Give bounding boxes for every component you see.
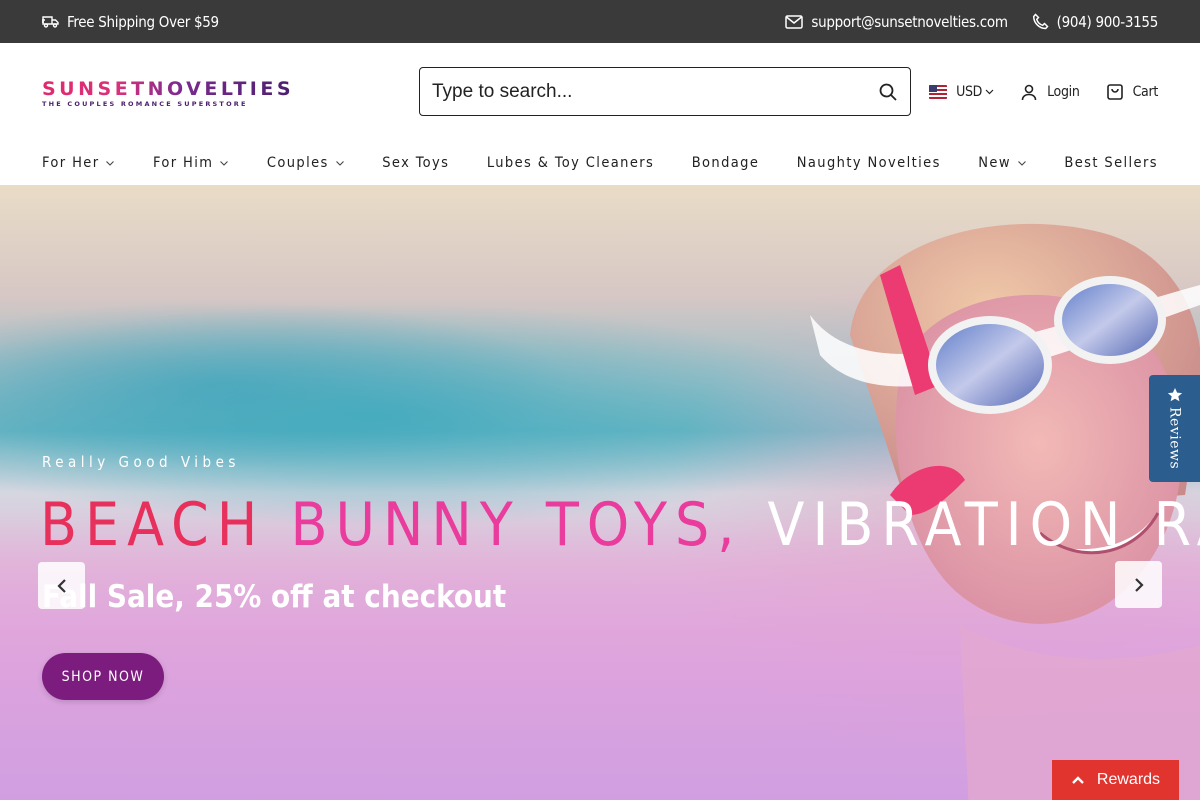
nav-item-lubes-toy-cleaners[interactable]: Lubes & Toy Cleaners <box>487 155 654 171</box>
nav-item-label: For Her <box>42 155 100 171</box>
chevron-up-icon <box>1071 775 1085 785</box>
nav-item-for-her[interactable]: For Her <box>42 155 115 171</box>
truck-icon <box>42 15 59 28</box>
nav-item-label: New <box>978 155 1011 171</box>
reviews-label: Reviews <box>1166 407 1183 470</box>
nav-item-label: Lubes & Toy Cleaners <box>486 155 655 171</box>
hero-subheading: Fall Sale, 25% off at checkout <box>42 579 507 615</box>
chevron-down-icon <box>335 158 345 168</box>
contact-info: support@sunsetnovelties.com (904) 900-31… <box>785 0 1158 43</box>
nav-item-label: Sex Toys <box>382 155 450 171</box>
nav-item-best-sellers[interactable]: Best Sellers <box>1064 155 1158 171</box>
rewards-label: Rewards <box>1096 771 1161 788</box>
hero-headline-part2: BUNNY TOYS, <box>290 490 768 560</box>
site-header: SUNSETNOVELTIES THE COUPLES ROMANCE SUPE… <box>0 43 1200 185</box>
main-navigation: For Her For Him Couples Sex Toys Lubes &… <box>42 152 1158 174</box>
chevron-left-icon <box>55 578 69 594</box>
search-input[interactable] <box>432 68 852 115</box>
email-text: support@sunsetnovelties.com <box>811 12 1008 31</box>
header-actions: USD Login Cart <box>929 67 1158 116</box>
nav-item-for-him[interactable]: For Him <box>153 155 229 171</box>
nav-item-label: Couples <box>266 155 329 171</box>
nav-item-label: Best Sellers <box>1064 155 1158 171</box>
chevron-down-icon <box>219 158 229 168</box>
nav-item-sex-toys[interactable]: Sex Toys <box>382 155 449 171</box>
cart-link[interactable]: Cart <box>1106 83 1158 101</box>
user-icon <box>1020 83 1038 101</box>
reviews-tab[interactable]: Reviews <box>1149 375 1200 482</box>
site-logo[interactable]: SUNSETNOVELTIES THE COUPLES ROMANCE SUPE… <box>42 78 295 108</box>
login-label: Login <box>1047 83 1080 100</box>
search-bar <box>419 67 911 116</box>
phone-icon <box>1032 13 1049 30</box>
hero-headline-part3: VIBRATION RABBITS <box>767 490 1200 560</box>
shopping-bag-icon <box>1106 83 1124 101</box>
hero-headline: BEACH BUNNY TOYS, VIBRATION RABBITS <box>40 488 1200 562</box>
rewards-launcher[interactable]: Rewards <box>1052 760 1179 800</box>
free-shipping-text: Free Shipping Over $59 <box>67 12 219 31</box>
slider-prev-button[interactable] <box>38 562 85 609</box>
phone-text: (904) 900-3155 <box>1056 12 1159 31</box>
currency-selector[interactable]: USD <box>929 84 994 100</box>
nav-item-naughty-novelties[interactable]: Naughty Novelties <box>797 155 941 171</box>
nav-item-label: Bondage <box>691 155 760 171</box>
chevron-down-icon <box>1017 158 1027 168</box>
hero-slider: Really Good Vibes BEACH BUNNY TOYS, VIBR… <box>0 185 1200 800</box>
cart-label: Cart <box>1132 83 1159 100</box>
nav-item-bondage[interactable]: Bondage <box>692 155 760 171</box>
free-shipping-notice: Free Shipping Over $59 <box>42 0 219 43</box>
chevron-down-icon <box>985 87 994 96</box>
announcement-bar: Free Shipping Over $59 support@sunsetnov… <box>0 0 1200 43</box>
email-link[interactable]: support@sunsetnovelties.com <box>785 12 1008 31</box>
nav-item-label: Naughty Novelties <box>796 155 941 171</box>
shop-now-button[interactable]: SHOP NOW <box>42 653 164 700</box>
search-icon[interactable] <box>878 82 898 102</box>
slider-next-button[interactable] <box>1115 561 1162 608</box>
logo-wordmark: SUNSETNOVELTIES <box>42 78 295 100</box>
chevron-down-icon <box>105 158 115 168</box>
nav-item-couples[interactable]: Couples <box>267 155 345 171</box>
currency-label: USD <box>956 83 983 100</box>
phone-link[interactable]: (904) 900-3155 <box>1032 13 1158 31</box>
login-link[interactable]: Login <box>1020 83 1080 101</box>
us-flag-icon <box>929 84 948 99</box>
star-icon <box>1167 387 1183 403</box>
logo-tagline: THE COUPLES ROMANCE SUPERSTORE <box>42 100 248 108</box>
nav-item-label: For Him <box>152 155 214 171</box>
hero-headline-part1: BEACH <box>40 490 291 560</box>
mail-icon <box>785 14 804 29</box>
chevron-right-icon <box>1132 577 1146 593</box>
nav-item-new[interactable]: New <box>978 155 1027 171</box>
hero-kicker: Really Good Vibes <box>42 453 240 471</box>
